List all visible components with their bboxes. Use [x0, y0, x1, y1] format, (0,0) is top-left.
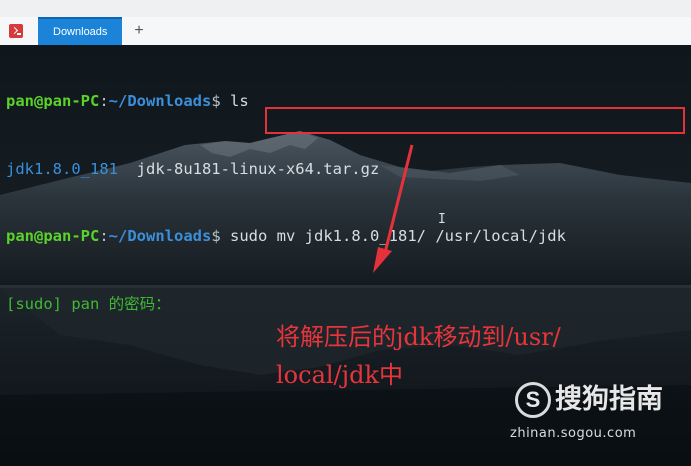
prompt-separator: :	[99, 227, 109, 245]
prompt-symbol: $	[211, 92, 230, 110]
directory-item: jdk1.8.0_181	[6, 159, 118, 178]
terminal-line-sudo: [sudo] pan 的密码：	[6, 293, 691, 316]
tab-bar: Downloads +	[0, 17, 691, 46]
terminal-output[interactable]: pan@pan-PC:~/Downloads$ ls jdk1.8.0_181 …	[6, 45, 691, 360]
command-text: sudo mv jdk1.8.0_181/ /usr/local/jdk	[230, 227, 566, 245]
sogou-watermark: S 搜狗指南 zhinan.sogou.com	[510, 380, 685, 450]
watermark-url: zhinan.sogou.com	[510, 426, 637, 441]
tab-downloads[interactable]: Downloads	[38, 17, 122, 45]
terminal-line-ls-output: jdk1.8.0_181 jdk-8u181-linux-x64.tar.gz	[6, 158, 691, 181]
prompt-separator: :	[99, 92, 109, 110]
command-text: ls	[230, 92, 249, 110]
prompt-user: pan@pan-PC	[6, 92, 100, 110]
archive-item: jdk-8u181-linux-x64.tar.gz	[136, 159, 380, 178]
prompt-path: ~/Downloads	[108, 227, 212, 245]
annotation-line-1: 将解压后的jdk移动到/usr/	[276, 323, 561, 351]
terminal-line-mv: pan@pan-PC:~/Downloads$ sudo mv jdk1.8.0…	[6, 225, 691, 248]
prompt-user: pan@pan-PC	[6, 227, 100, 245]
command-highlight-box	[265, 107, 685, 134]
text-cursor-icon: I	[438, 212, 446, 227]
watermark-brand: 搜狗指南	[555, 384, 663, 415]
terminal-app-icon[interactable]	[9, 24, 23, 38]
sogou-logo-icon: S	[515, 382, 551, 418]
sudo-password-prompt: [sudo] pan 的密码：	[6, 294, 171, 313]
prompt-path: ~/Downloads	[108, 92, 212, 110]
prompt-symbol: $	[211, 227, 221, 245]
add-tab-button[interactable]: +	[128, 19, 150, 43]
